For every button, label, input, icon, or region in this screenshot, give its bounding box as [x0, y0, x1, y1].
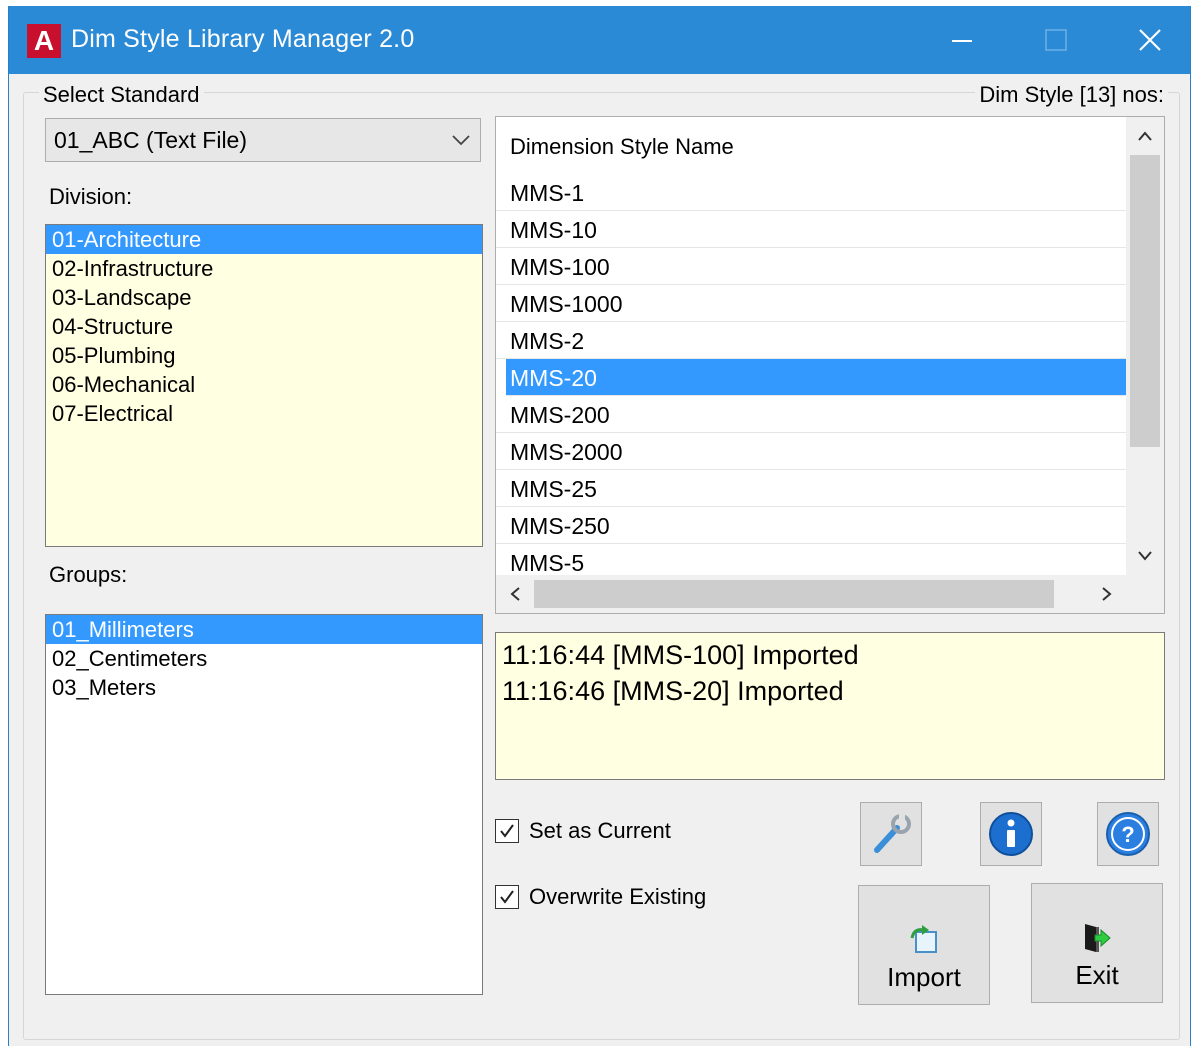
column-header-style-name[interactable]: Dimension Style Name [496, 117, 1126, 173]
import-button[interactable]: Import [858, 885, 990, 1005]
vertical-scroll-thumb[interactable] [1130, 155, 1160, 447]
style-row[interactable]: MMS-2000 [496, 433, 1126, 470]
wrench-icon [874, 814, 911, 853]
division-list-item[interactable]: 01-Architecture [46, 225, 482, 254]
style-row[interactable]: MMS-2 [496, 322, 1126, 359]
maximize-button [1021, 6, 1091, 74]
dim-style-count-legend: Dim Style [13] nos: [975, 82, 1168, 108]
log-line: 11:16:44 [MMS-100] Imported [502, 640, 859, 670]
checkmark-icon [500, 890, 514, 904]
overwrite-existing-label: Overwrite Existing [529, 884, 707, 909]
division-list[interactable]: 01-Architecture 02-Infrastructure 03-Lands… [45, 224, 483, 547]
horizontal-scroll-thumb[interactable] [534, 580, 1054, 608]
groups-list-item[interactable]: 01_Millimeters [46, 615, 482, 644]
horizontal-scrollbar[interactable] [496, 575, 1164, 613]
style-row[interactable]: MMS-200 [496, 396, 1126, 433]
scroll-left-button[interactable] [496, 575, 534, 613]
import-label: Import [887, 962, 961, 992]
settings-button[interactable] [860, 802, 922, 866]
close-icon [1139, 29, 1161, 51]
style-row[interactable]: MMS-1000 [496, 285, 1126, 322]
overwrite-existing-checkbox[interactable]: Overwrite Existing [495, 884, 706, 910]
style-row[interactable]: MMS-20 [506, 359, 1126, 396]
window-title: Dim Style Library Manager 2.0 [71, 25, 415, 53]
select-standard-legend: Select Standard [39, 82, 204, 108]
style-row[interactable]: MMS-10 [496, 211, 1126, 248]
app-logo-icon: A [27, 24, 61, 58]
minimize-button[interactable] [927, 6, 997, 74]
division-label: Division: [49, 184, 133, 209]
import-icon [910, 925, 937, 953]
scroll-up-button[interactable] [1126, 117, 1164, 155]
division-list-item[interactable]: 07-Electrical [46, 399, 482, 428]
chevron-down-icon [1138, 551, 1152, 561]
chevron-right-icon [1102, 587, 1112, 601]
scroll-right-button[interactable] [1088, 575, 1126, 613]
dimension-style-grid[interactable]: Dimension Style Name MMS-1 MMS-10 MMS-100 M… [495, 116, 1165, 614]
standard-dropdown-value: 01_ABC (Text File) [54, 127, 248, 153]
checkbox-box[interactable] [495, 885, 519, 909]
maximize-icon [1045, 29, 1067, 51]
set-as-current-checkbox[interactable]: Set as Current [495, 818, 671, 844]
division-list-item[interactable]: 04-Structure [46, 312, 482, 341]
set-as-current-label: Set as Current [529, 818, 671, 843]
groups-list-item[interactable]: 03_Meters [46, 673, 482, 702]
checkmark-icon [500, 824, 514, 838]
groups-list-item[interactable]: 02_Centimeters [46, 644, 482, 673]
vertical-scrollbar[interactable] [1126, 117, 1164, 575]
groups-label: Groups: [49, 562, 128, 587]
main-window: A Dim Style Library Manager 2.0 Select S… [8, 6, 1191, 1046]
style-row[interactable]: MMS-1 [496, 174, 1126, 211]
help-button[interactable]: ? [1097, 802, 1159, 866]
scroll-down-button[interactable] [1126, 537, 1164, 575]
division-list-item[interactable]: 03-Landscape [46, 283, 482, 312]
exit-door-icon [1085, 924, 1111, 952]
chevron-up-icon [1138, 131, 1152, 141]
svg-text:?: ? [1121, 822, 1134, 847]
style-row[interactable]: MMS-25 [496, 470, 1126, 507]
exit-label: Exit [1075, 960, 1119, 990]
division-list-item[interactable]: 02-Infrastructure [46, 254, 482, 283]
division-list-item[interactable]: 06-Mechanical [46, 370, 482, 399]
info-icon [989, 812, 1033, 856]
groups-list[interactable]: 01_Millimeters 02_Centimeters 03_Meters [45, 614, 483, 995]
style-row[interactable]: MMS-250 [496, 507, 1126, 544]
chevron-down-icon [452, 135, 470, 146]
info-button[interactable] [980, 802, 1042, 866]
standard-dropdown[interactable]: 01_ABC (Text File) [45, 118, 481, 162]
chevron-left-icon [510, 587, 520, 601]
minimize-icon [952, 40, 972, 42]
close-button[interactable] [1115, 6, 1185, 74]
division-list-item[interactable]: 05-Plumbing [46, 341, 482, 370]
style-row[interactable]: MMS-100 [496, 248, 1126, 285]
checkbox-box[interactable] [495, 819, 519, 843]
exit-button[interactable]: Exit [1031, 883, 1163, 1003]
import-log: 11:16:44 [MMS-100] Imported 11:16:46 [MM… [495, 632, 1165, 780]
help-icon: ? [1106, 812, 1150, 856]
title-bar[interactable]: A Dim Style Library Manager 2.0 [9, 6, 1190, 74]
log-line: 11:16:46 [MMS-20] Imported [502, 676, 844, 706]
